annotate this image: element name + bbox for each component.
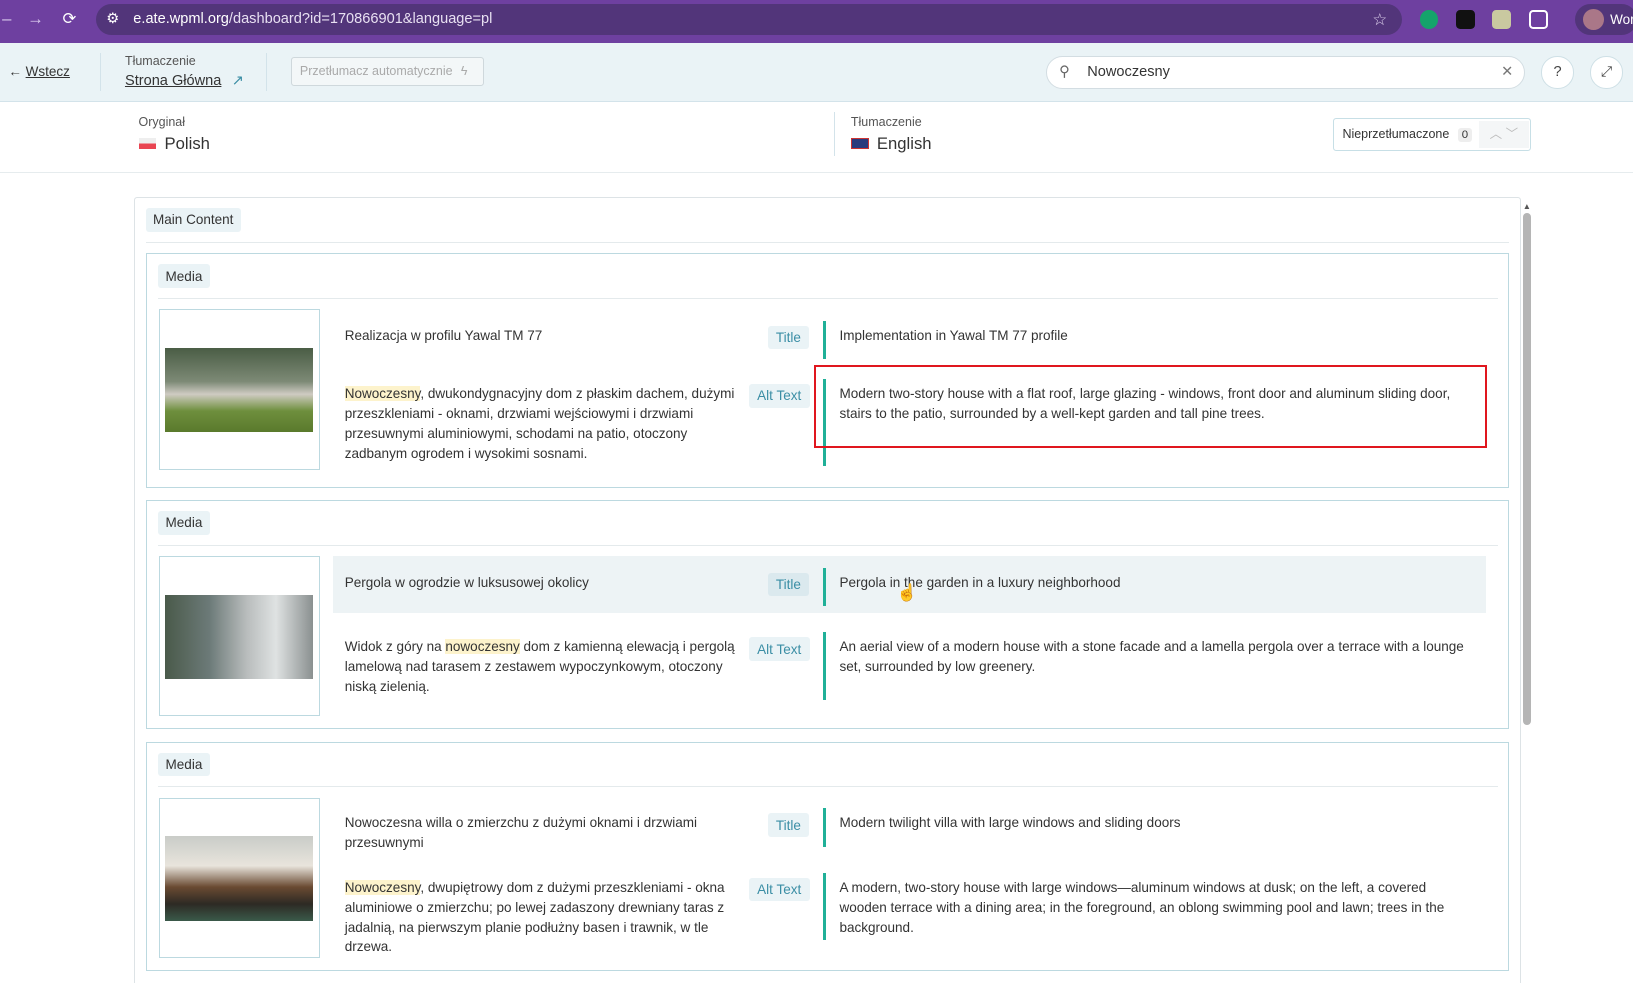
arrow-left-icon: ←	[8, 63, 26, 79]
scrollbar[interactable]: ▲	[1522, 201, 1531, 982]
field-type-alt: Alt Text	[748, 384, 810, 408]
search-highlight: Nowoczesny	[344, 386, 421, 402]
media-tag: Media	[158, 511, 210, 535]
back-nav-icon[interactable]: –	[2, 9, 11, 29]
translation-language: English	[850, 134, 932, 154]
page-link[interactable]: Strona Główna ↗	[125, 72, 244, 89]
field-type-title: Title	[767, 572, 810, 597]
search-input[interactable]: ⚲ Nowoczesny ✕	[1045, 56, 1525, 89]
extensions-puzzle-icon[interactable]	[1528, 10, 1548, 30]
reload-icon[interactable]: ⟳	[62, 9, 76, 29]
uk-flag-icon	[850, 137, 869, 150]
original-language-name: Polish	[164, 134, 210, 154]
untranslated-label: Nieprzetłumaczone	[1342, 126, 1450, 141]
auto-translate-label: Przetłumacz automatycznie	[299, 64, 453, 79]
site-settings-icon[interactable]: ⚙	[106, 4, 119, 35]
help-button[interactable]: ?	[1541, 56, 1574, 89]
source-title: Pergola w ogrodzie w luksusowej okolicy	[344, 574, 589, 590]
media-thumbnail	[159, 797, 320, 959]
clear-search-icon[interactable]: ✕	[1501, 57, 1513, 87]
editor-header: ← Wstecz Tłumaczenie Strona Główna ↗ Prz…	[0, 42, 1633, 103]
original-language: Polish	[138, 134, 210, 154]
source-alt: Widok z góry na nowoczesny dom z kamienn…	[344, 639, 735, 694]
divider	[158, 297, 1498, 299]
media-tag: Media	[158, 264, 210, 288]
media-thumbnail	[159, 556, 320, 717]
translated-indicator	[822, 872, 826, 941]
translation-language-label: Tłumaczenie	[850, 114, 922, 129]
field-type-alt: Alt Text	[748, 877, 810, 902]
translated-indicator	[822, 320, 826, 360]
source-alt: Nowoczesny, dwukondygnacyjny dom z płask…	[344, 386, 735, 461]
hand-cursor-icon: ☝	[896, 583, 918, 603]
extension-card-icon[interactable]	[1492, 10, 1512, 30]
translation-language-name: English	[876, 134, 932, 154]
poland-flag-icon	[138, 137, 157, 150]
bolt-icon: ϟ	[460, 64, 468, 79]
scrollbar-thumb[interactable]	[1522, 213, 1531, 726]
source-alt: Nowoczesny, dwupiętrowy dom z dużymi prz…	[344, 879, 725, 955]
field-type-title: Title	[767, 325, 810, 350]
chevron-down-icon[interactable]: ﹀	[1506, 127, 1518, 141]
translated-indicator	[822, 632, 826, 700]
browser-toolbar: – → ⟳ ⚙ e.ate.wpml.org/dashboard?id=17086…	[0, 0, 1633, 43]
page-name: Strona Główna	[124, 72, 222, 89]
expand-icon: ⤢	[1600, 64, 1613, 81]
back-button[interactable]: ← Wstecz	[8, 64, 70, 79]
divider	[158, 786, 1498, 788]
forward-icon[interactable]: →	[27, 9, 44, 29]
profile-name: Wor	[1610, 12, 1633, 28]
field-type-title: Title	[767, 813, 810, 837]
back-label: Wstecz	[25, 63, 70, 79]
profile-button[interactable]: Wor	[1574, 4, 1633, 36]
source-title: Realizacja w profilu Yawal TM 77	[344, 327, 543, 343]
target-alt[interactable]: A modern, two-story house with large win…	[839, 878, 1474, 937]
target-title[interactable]: Pergola in the garden in a luxury neighb…	[839, 573, 1474, 593]
divider	[265, 53, 267, 91]
divider	[834, 112, 836, 157]
source-title: Nowoczesna willa o zmierzchu z dużymi ok…	[344, 815, 697, 851]
field-type-alt: Alt Text	[748, 637, 810, 661]
translated-indicator	[822, 567, 826, 607]
grammarly-icon[interactable]	[1419, 10, 1439, 30]
url-path: /dashboard?id=170866901&language=pl	[228, 11, 493, 28]
highlight-annotation-box	[814, 364, 1488, 448]
url-host: e.ate.wpml.org	[133, 11, 229, 28]
untranslated-count: 0	[1457, 127, 1473, 142]
star-icon[interactable]: ☆	[1372, 4, 1387, 35]
auto-translate-button[interactable]: Przetłumacz automatycznie ϟ	[290, 57, 485, 87]
language-bar: Oryginał Polish Tłumaczenie English Niep…	[0, 102, 1633, 173]
search-highlight: Nowoczesny	[344, 879, 421, 895]
divider	[145, 241, 1510, 243]
divider	[158, 544, 1498, 546]
address-bar[interactable]: ⚙ e.ate.wpml.org/dashboard?id=170866901&l…	[95, 4, 1402, 36]
media-thumbnail	[159, 309, 320, 470]
help-icon: ?	[1553, 64, 1562, 81]
search-value: Nowoczesny	[1087, 64, 1170, 81]
untranslated-filter[interactable]: Nieprzetłumaczone 0 ︿ ﹀	[1333, 117, 1531, 151]
search-highlight: nowoczesny	[445, 639, 520, 655]
fullscreen-button[interactable]: ⤢	[1590, 56, 1623, 89]
media-tag: Media	[158, 752, 210, 777]
divider	[99, 53, 101, 91]
external-link-icon: ↗	[231, 72, 244, 89]
chevron-up-icon[interactable]: ︿	[1490, 127, 1502, 141]
search-icon: ⚲	[1059, 64, 1070, 81]
translation-label: Tłumaczenie	[124, 54, 196, 69]
section-tag: Main Content	[145, 208, 241, 232]
target-title[interactable]: Implementation in Yawal TM 77 profile	[839, 326, 1474, 346]
extension-bolt-icon[interactable]	[1456, 10, 1475, 30]
translated-indicator	[822, 808, 826, 847]
target-alt[interactable]: An aerial view of a modern house with a …	[839, 637, 1474, 677]
original-label: Oryginał	[138, 114, 186, 129]
avatar	[1583, 9, 1604, 31]
target-title[interactable]: Modern twilight villa with large windows…	[839, 813, 1474, 833]
